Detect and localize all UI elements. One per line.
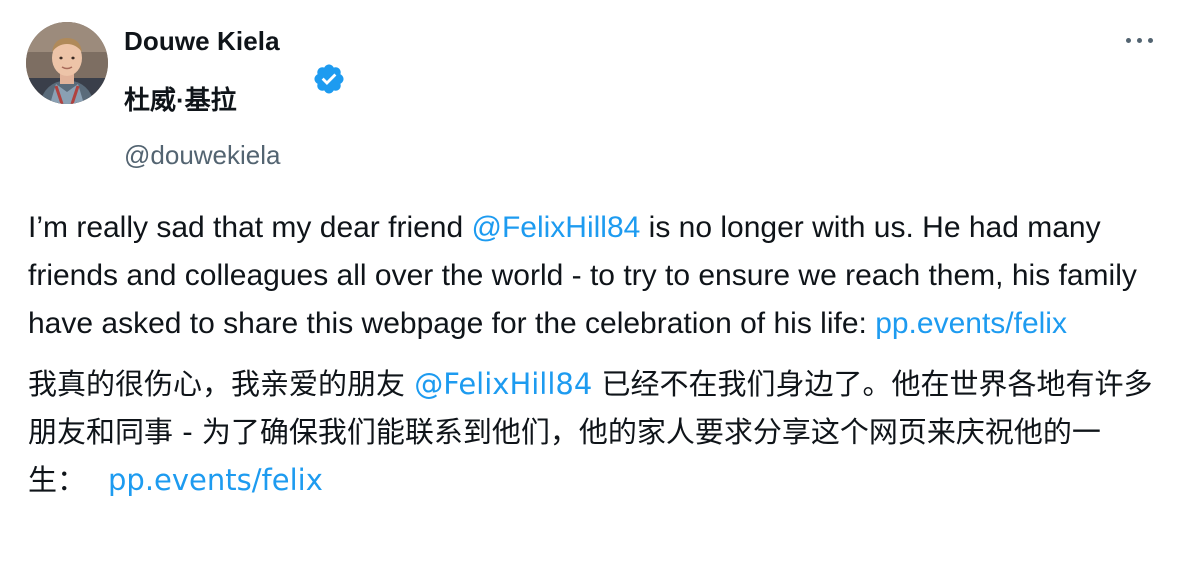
tweet-text-en-part-1: I’m really sad that my dear friend [28, 211, 472, 244]
event-url-link-cn[interactable]: pp.events/felix [108, 463, 323, 497]
author-handle[interactable]: @douwekiela [124, 140, 280, 171]
author-display-name-cn[interactable]: 杜威·基拉 [124, 80, 237, 117]
tweet-text-en: I’m really sad that my dear friend @Feli… [28, 204, 1158, 348]
mention-link-cn[interactable]: @FelixHill84 [414, 367, 592, 401]
more-options-icon[interactable] [1122, 28, 1156, 52]
avatar[interactable] [26, 22, 108, 104]
author-display-name[interactable]: Douwe Kiela [124, 26, 280, 57]
profile-photo [26, 22, 108, 104]
tweet-text-cn: 我真的很伤心，我亲爱的朋友 @FelixHill84 已经不在我们身边了。他在世… [28, 360, 1158, 504]
tweet-text: I’m really sad that my dear friend @Feli… [28, 204, 1158, 504]
event-url-link[interactable]: pp.events/felix [875, 307, 1067, 340]
tweet-card: Douwe Kiela 杜威·基拉 @douwekiela I’m really… [0, 0, 1180, 566]
mention-link[interactable]: @FelixHill84 [472, 211, 641, 244]
verified-badge-icon [314, 64, 344, 94]
tweet-text-cn-part-1: 我真的很伤心，我亲爱的朋友 [28, 367, 415, 401]
